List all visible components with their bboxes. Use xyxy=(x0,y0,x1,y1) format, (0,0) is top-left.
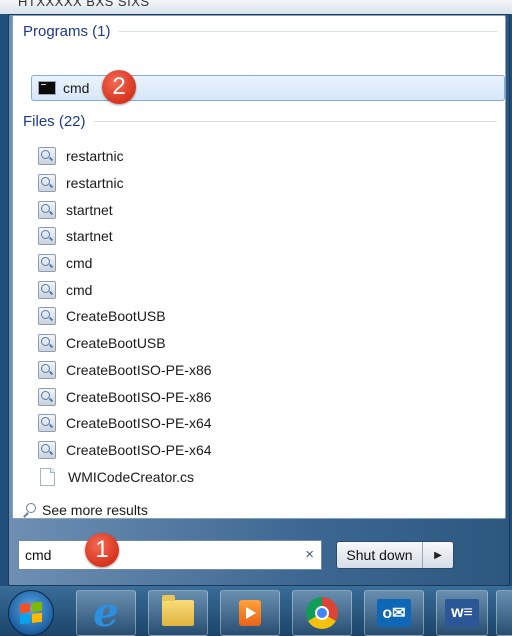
file-label: CreateBootISO-PE-x86 xyxy=(66,361,212,378)
files-header-rule xyxy=(93,121,497,122)
shutdown-options-arrow-icon[interactable]: ▶ xyxy=(423,542,453,568)
windows-logo-icon xyxy=(20,601,42,625)
file-label: cmd xyxy=(66,255,93,272)
file-item[interactable]: startnet xyxy=(38,196,212,223)
file-label: CreateBootUSB xyxy=(66,308,166,325)
folder-icon xyxy=(162,595,194,626)
shutdown-button[interactable]: Shut down xyxy=(337,542,423,568)
search-results-panel: Programs (1) cmd Files (22) restartnic r… xyxy=(12,15,506,519)
file-search-icon xyxy=(38,200,56,219)
file-item[interactable]: CreateBootISO-PE-x86 xyxy=(38,383,212,410)
files-header: Files (22) xyxy=(23,113,497,130)
file-search-icon xyxy=(38,414,56,433)
file-item[interactable]: CreateBootUSB xyxy=(38,303,212,330)
file-search-icon xyxy=(38,307,56,326)
document-icon xyxy=(40,467,55,486)
file-item[interactable]: cmd xyxy=(38,250,212,277)
programs-header-rule xyxy=(118,31,497,32)
file-search-icon xyxy=(38,254,56,273)
file-label: WMICodeCreator.cs xyxy=(68,468,195,485)
taskbar-chrome[interactable] xyxy=(292,590,352,636)
program-item-label: cmd xyxy=(63,80,90,96)
see-more-label: See more results xyxy=(42,502,148,518)
file-item[interactable]: restartnic xyxy=(38,143,212,170)
programs-header-label: Programs (1) xyxy=(23,23,111,40)
clear-search-icon[interactable]: × xyxy=(305,546,314,563)
file-label: startnet xyxy=(66,228,113,245)
taskbar-internet-explorer[interactable]: e xyxy=(76,590,136,636)
search-input[interactable]: cmd × xyxy=(18,540,322,570)
file-search-icon xyxy=(38,360,56,379)
taskbar: e o✉ w≡ xyxy=(0,586,512,636)
file-results-list: restartnic restartnic startnet startnet … xyxy=(38,143,212,490)
file-search-icon xyxy=(38,440,56,459)
file-item[interactable]: WMICodeCreator.cs xyxy=(38,463,212,490)
file-item[interactable]: startnet xyxy=(38,223,212,250)
file-search-icon xyxy=(38,334,56,353)
file-item[interactable]: restartnic xyxy=(38,170,212,197)
chrome-icon xyxy=(306,597,338,629)
file-label: restartnic xyxy=(66,175,124,192)
file-label: CreateBootISO-PE-x86 xyxy=(66,388,212,405)
taskbar-word[interactable]: w≡ xyxy=(436,590,488,636)
file-item[interactable]: CreateBootUSB xyxy=(38,330,212,357)
start-button[interactable] xyxy=(8,590,54,636)
file-label: cmd xyxy=(66,281,93,298)
file-item[interactable]: CreateBootISO-PE-x86 xyxy=(38,357,212,384)
file-search-icon xyxy=(38,280,56,299)
file-label: restartnic xyxy=(66,148,124,165)
file-search-icon xyxy=(38,147,56,166)
callout-2: 2 xyxy=(102,70,136,104)
taskbar-overflow[interactable] xyxy=(496,590,512,636)
media-player-icon xyxy=(239,600,261,626)
taskbar-file-explorer[interactable] xyxy=(148,590,208,636)
word-icon: w≡ xyxy=(445,599,479,627)
see-more-results-link[interactable]: See more results xyxy=(23,502,148,518)
start-menu: Programs (1) cmd Files (22) restartnic r… xyxy=(8,14,510,586)
file-search-icon xyxy=(38,227,56,246)
taskbar-media-player[interactable] xyxy=(220,590,280,636)
cmd-icon xyxy=(38,81,56,95)
file-search-icon xyxy=(38,174,56,193)
file-label: CreateBootISO-PE-x64 xyxy=(66,415,212,432)
file-label: CreateBootISO-PE-x64 xyxy=(66,441,212,458)
taskbar-outlook[interactable]: o✉ xyxy=(364,590,424,636)
outlook-icon: o✉ xyxy=(377,599,411,627)
file-item[interactable]: cmd xyxy=(38,276,212,303)
background-window-strip: HTXXXXX BXS SIXS xyxy=(0,0,512,14)
file-label: CreateBootUSB xyxy=(66,335,166,352)
file-item[interactable]: CreateBootISO-PE-x64 xyxy=(38,437,212,464)
search-icon xyxy=(23,503,37,517)
programs-header: Programs (1) xyxy=(23,23,497,40)
file-label: startnet xyxy=(66,201,113,218)
search-input-value: cmd xyxy=(25,547,52,563)
internet-explorer-icon: e xyxy=(93,589,119,636)
file-item[interactable]: CreateBootISO-PE-x64 xyxy=(38,410,212,437)
background-window-text: HTXXXXX BXS SIXS xyxy=(18,0,150,9)
file-search-icon xyxy=(38,387,56,406)
files-header-label: Files (22) xyxy=(23,113,86,130)
callout-1: 1 xyxy=(85,533,119,567)
shutdown-button-group: Shut down ▶ xyxy=(336,541,454,569)
